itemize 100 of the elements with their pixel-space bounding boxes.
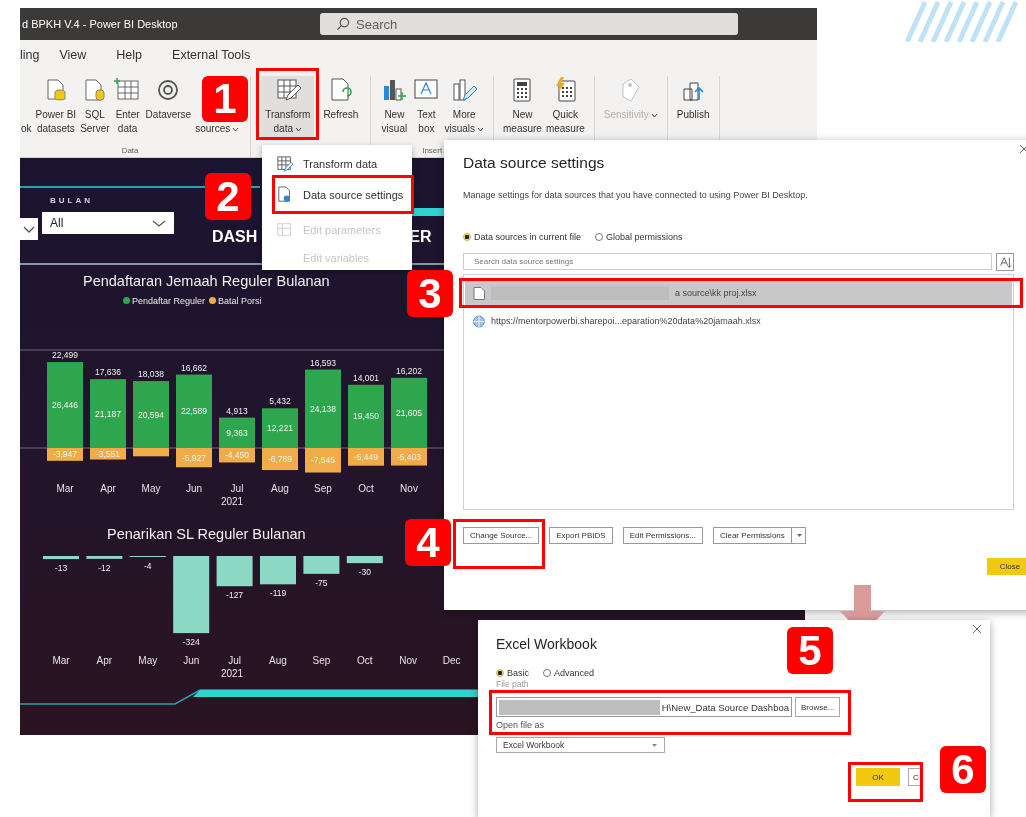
chevron-icon: [23, 225, 35, 233]
data-label: 16,593: [310, 357, 336, 368]
data-label: 14,001: [353, 372, 379, 383]
axis-label: Sep: [312, 655, 331, 666]
menu-item[interactable]: Help: [116, 48, 143, 62]
caret-icon: [477, 126, 484, 132]
menu-item[interactable]: Data source settings: [277, 179, 408, 210]
data-label: 21,605: [396, 407, 422, 418]
select-field[interactable]: Excel Workbook: [496, 737, 665, 753]
dialog-title: Data source settings: [463, 154, 605, 173]
legend-label: Pendaftar Reguler: [132, 295, 206, 306]
field-label: File path: [496, 679, 529, 689]
ribbon-button[interactable]: Quick measure: [544, 76, 586, 138]
data-label: -30: [358, 567, 371, 578]
axis-label: Nov: [400, 483, 418, 494]
ribbon-button[interactable]: New measure: [502, 76, 543, 138]
menu-item[interactable]: ling: [20, 48, 40, 62]
ribbon-button[interactable]: Text box: [411, 76, 442, 138]
dialog-button[interactable]: Export PBIDS: [549, 527, 613, 544]
data-label: 17,636: [95, 367, 121, 378]
axis-label: Sep: [314, 483, 332, 494]
axis-label: Jun: [183, 655, 200, 666]
table-pencil-icon: [277, 154, 293, 173]
ribbon-button[interactable]: Enter data: [112, 76, 143, 138]
dialog-button[interactable]: Change Source...: [463, 527, 540, 544]
sort-icon[interactable]: [996, 253, 1014, 271]
ribbon-button[interactable]: New visual: [379, 76, 410, 138]
group-label: Insert: [421, 146, 444, 156]
search-icon: [336, 17, 350, 31]
ribbon-button[interactable]: More visuals: [443, 76, 485, 138]
close-icon[interactable]: [1019, 144, 1026, 154]
axis-title: 2021: [220, 668, 244, 679]
data-label: 24,138: [310, 403, 336, 414]
dialog-description: Manage settings for data sources that you have connected to using Power BI Desktop.: [463, 190, 808, 202]
file-icon: [473, 286, 485, 300]
close-button[interactable]: Close: [987, 558, 1026, 575]
axis-label: Oct: [358, 483, 374, 494]
data-label: -75: [315, 577, 328, 588]
slicer-label: BULAN: [50, 196, 94, 207]
chart-pencil-icon: [450, 76, 479, 104]
data-label: 9,363: [226, 427, 248, 438]
axis-label: Jul: [228, 655, 241, 666]
list-row[interactable]: a source\kk proj.xlsx: [465, 281, 1012, 305]
radio-button[interactable]: Global permissions: [595, 232, 683, 242]
data-label: -12: [98, 562, 111, 573]
radio-button[interactable]: Advanced: [543, 668, 595, 678]
step-badge: 4: [405, 519, 451, 566]
list-row[interactable]: https://mentorpowerbi.sharepoi...eparation%20data%20jamaah.xlsx: [465, 309, 1012, 333]
axis-label: Aug: [271, 483, 289, 494]
data-label: 12,221: [267, 423, 293, 434]
data-label: -119: [269, 588, 287, 599]
table-icon: [277, 220, 293, 239]
radio-button[interactable]: Data sources in current file: [463, 232, 582, 242]
slicer-dropdown[interactable]: [20, 218, 38, 240]
data-label: -324: [182, 637, 200, 648]
radio-button[interactable]: Basic: [496, 668, 529, 678]
dialog-button[interactable]: Edit Permissions...: [622, 527, 703, 544]
ribbon-button[interactable]: Dataverse: [144, 76, 193, 124]
ribbon-button[interactable]: SQL Server: [79, 76, 111, 138]
data-label: -5,449: [353, 451, 379, 462]
axis-label: Dec: [442, 655, 460, 666]
step-badge: 6: [940, 746, 986, 793]
window-title: d BPKH V.4 - Power BI Desktop: [22, 18, 179, 30]
axis-label: Apr: [96, 655, 113, 666]
close-icon[interactable]: [972, 624, 982, 634]
search-field[interactable]: Search data source settings: [463, 253, 992, 270]
axis-label: Mar: [56, 483, 74, 494]
browse-button[interactable]: Browse...: [795, 697, 841, 717]
data-label: -6,789: [267, 454, 293, 465]
data-label: 19,450: [353, 411, 379, 422]
input-field[interactable]: H\New_Data Source Dashboa: [496, 697, 792, 717]
data-label: -7,545: [310, 455, 336, 466]
data-label: 21,187: [95, 408, 121, 419]
ribbon-button[interactable]: Transform data: [261, 76, 315, 138]
data-label: 22,589: [181, 406, 207, 417]
accent-bar: [412, 208, 444, 216]
step-badge: 2: [205, 173, 251, 220]
globe-icon: [473, 314, 485, 328]
dashboard-title: DASH: [212, 228, 258, 246]
search-field[interactable]: Search: [320, 13, 738, 35]
ok-button[interactable]: OK: [856, 768, 900, 786]
ribbon-button[interactable]: Publish: [675, 76, 711, 124]
dialog-button[interactable]: Clear Permissions: [712, 527, 792, 544]
data-label: -5,403: [396, 451, 422, 462]
ribbon-button[interactable]: Power BI datasets: [34, 76, 78, 138]
step-badge: 3: [407, 270, 453, 317]
menu-item[interactable]: Transform data: [277, 148, 408, 179]
chart-title: Penarikan SL Reguler Bulanan: [107, 526, 306, 544]
chart-title: Pendaftaran Jemaah Reguler Bulanan: [83, 273, 330, 291]
menu-item[interactable]: External Tools: [172, 48, 251, 62]
data-label: -3,551: [95, 448, 121, 459]
group-label: Data: [120, 146, 140, 156]
data-label: -4: [144, 560, 152, 571]
step-badge: 1: [202, 76, 248, 122]
ribbon-button[interactable]: ok: [20, 122, 33, 138]
axis-label: Aug: [269, 655, 287, 666]
slicer-dropdown[interactable]: All: [42, 212, 174, 234]
ribbon-button[interactable]: sources: [194, 122, 241, 138]
menu-item[interactable]: View: [59, 48, 87, 62]
ribbon-button[interactable]: Refresh: [319, 76, 363, 124]
